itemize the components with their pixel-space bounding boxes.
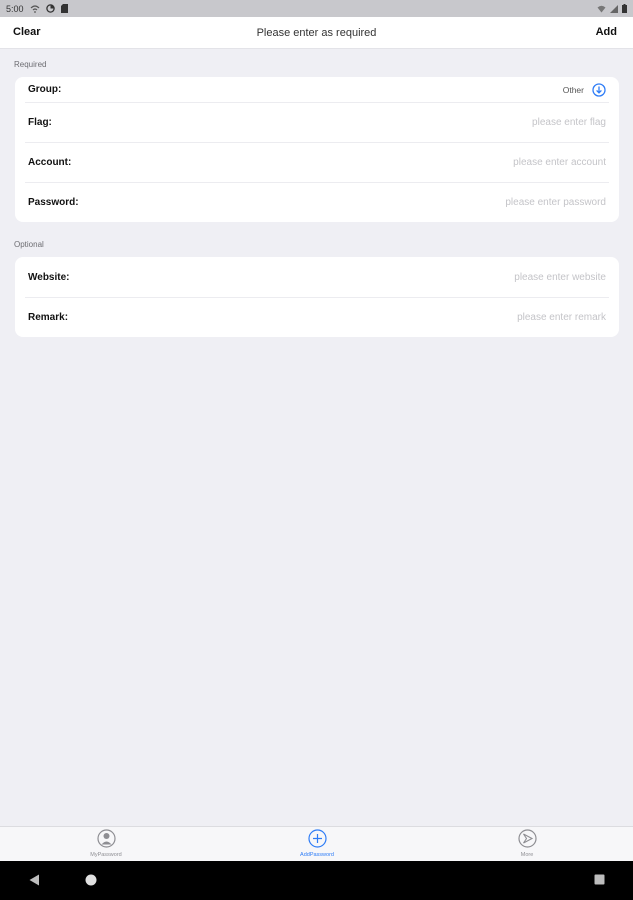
status-left: 5:00 <box>6 4 68 14</box>
flag-input[interactable] <box>346 116 606 128</box>
sd-card-icon <box>60 4 68 13</box>
tab-bar: MyPassword AddPassword More <box>0 826 633 861</box>
plus-circle-icon <box>307 829 327 848</box>
tab-label-my-password: MyPassword <box>90 852 122 858</box>
recents-icon[interactable] <box>594 874 605 885</box>
group-selector[interactable]: Other <box>562 82 606 97</box>
status-bar: 5:00 <box>0 0 633 17</box>
back-icon[interactable] <box>29 874 40 886</box>
password-input[interactable] <box>346 196 606 208</box>
remark-input[interactable] <box>346 311 606 323</box>
optional-card: Website: Remark: <box>15 257 619 337</box>
compass-icon <box>517 829 537 848</box>
account-label: Account: <box>28 156 72 168</box>
tab-more[interactable]: More <box>487 829 567 858</box>
tab-label-more: More <box>520 852 534 858</box>
tab-label-add-password: AddPassword <box>300 852 334 858</box>
person-icon <box>96 829 116 848</box>
section-header-optional: Optional <box>14 240 44 249</box>
tab-add-password[interactable]: AddPassword <box>277 829 357 858</box>
group-label: Group: <box>28 84 62 95</box>
remark-label: Remark: <box>28 311 69 323</box>
system-navigation-bar <box>0 861 633 900</box>
tab-my-password[interactable]: MyPassword <box>66 829 146 858</box>
flag-row: Flag: <box>15 102 619 142</box>
add-button[interactable]: Add <box>596 26 617 38</box>
wifi-off-icon <box>30 4 39 13</box>
chevron-down-circle-icon[interactable] <box>592 82 606 97</box>
page-title: Please enter as required <box>256 27 377 39</box>
flag-label: Flag: <box>28 116 52 128</box>
section-header-required: Required <box>14 60 47 69</box>
status-right <box>597 4 627 13</box>
group-row[interactable]: Group: Other <box>15 77 619 102</box>
data-saver-icon <box>45 4 55 13</box>
account-input[interactable] <box>346 156 606 168</box>
remark-row: Remark: <box>15 297 619 337</box>
group-value: Other <box>562 84 584 95</box>
website-row: Website: <box>15 257 619 297</box>
password-row: Password: <box>15 182 619 222</box>
status-time: 5:00 <box>6 3 24 14</box>
wifi-icon <box>597 5 606 12</box>
signal-icon <box>610 4 618 13</box>
account-row: Account: <box>15 142 619 182</box>
password-label: Password: <box>28 196 79 208</box>
website-input[interactable] <box>346 271 606 283</box>
website-label: Website: <box>28 271 70 283</box>
battery-icon <box>622 4 627 13</box>
navigation-bar: Clear Please enter as required Add <box>0 17 633 49</box>
required-card: Group: Other Flag: Account: Password: <box>15 77 619 222</box>
home-icon[interactable] <box>85 874 97 886</box>
